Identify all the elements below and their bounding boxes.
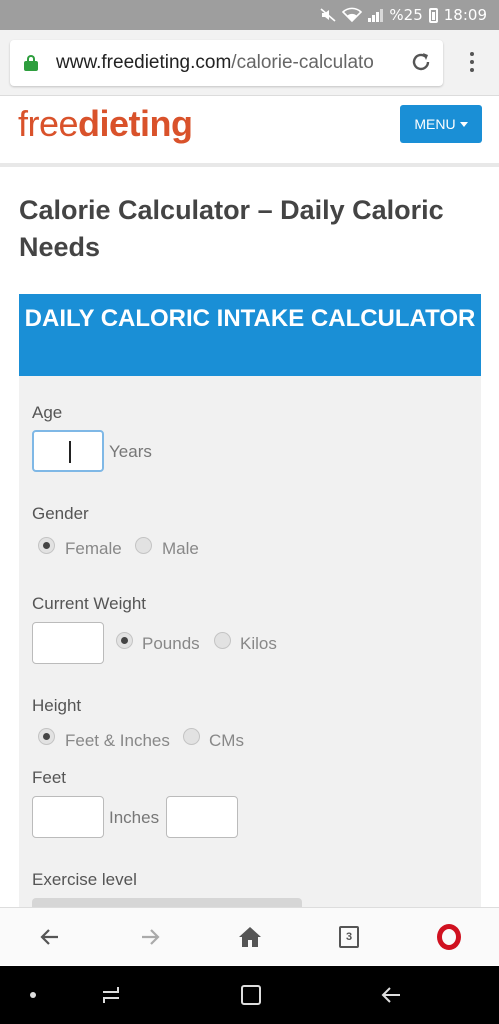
female-radio[interactable]: [38, 537, 55, 554]
forward-arrow-icon[interactable]: [135, 922, 165, 952]
weight-label: Current Weight: [32, 594, 147, 613]
reload-icon[interactable]: [409, 50, 433, 74]
android-nav-bar: [0, 966, 499, 1024]
cms-radio[interactable]: [183, 728, 200, 745]
cms-option-label: CMs: [209, 731, 244, 750]
kilos-radio[interactable]: [214, 632, 231, 649]
male-radio[interactable]: [135, 537, 152, 554]
browser-url-bar: www.freedieting.com/calorie-calculato: [0, 30, 499, 96]
browser-bottom-toolbar: 3: [0, 907, 499, 965]
home-icon[interactable]: [235, 922, 265, 952]
lock-icon: [24, 55, 38, 71]
feet-label: Feet: [32, 768, 67, 787]
status-bar: %25 18:09: [0, 0, 499, 30]
tab-count: 3: [339, 926, 359, 948]
male-option-label: Male: [162, 539, 199, 558]
recent-apps-icon[interactable]: [98, 982, 124, 1008]
home-square-icon[interactable]: [238, 982, 264, 1008]
wifi-icon: [342, 7, 363, 23]
gender-label: Gender: [32, 504, 89, 523]
pounds-radio[interactable]: [116, 632, 133, 649]
page-title: Calorie Calculator – Daily Caloric Needs: [19, 195, 444, 262]
age-input[interactable]: [32, 430, 104, 472]
female-option-label: Female: [65, 539, 122, 558]
signal-icon: [368, 8, 384, 22]
tabs-icon[interactable]: 3: [334, 922, 364, 952]
opera-icon[interactable]: [434, 922, 464, 952]
battery-icon: [428, 7, 438, 23]
exercise-label: Exercise level: [32, 870, 137, 889]
weight-input[interactable]: [32, 622, 104, 664]
menu-button-label: MENU: [414, 116, 456, 132]
address-field[interactable]: www.freedieting.com/calorie-calculato: [10, 40, 443, 86]
more-menu-icon[interactable]: [462, 52, 482, 76]
url-text[interactable]: www.freedieting.com/calorie-calculato: [56, 52, 396, 74]
caret-down-icon: [459, 121, 468, 127]
feet-input[interactable]: [32, 796, 104, 838]
inches-input[interactable]: [166, 796, 238, 838]
kilos-option-label: Kilos: [240, 634, 277, 653]
menu-button[interactable]: MENU: [400, 105, 482, 143]
calculator-header: DAILY CALORIC INTAKE CALCULATOR: [19, 294, 481, 376]
battery-percent: %25: [389, 6, 423, 24]
dot-icon[interactable]: [20, 982, 46, 1008]
clock: 18:09: [443, 6, 487, 24]
feet-inches-option-label: Feet & Inches: [65, 731, 170, 750]
calculator-panel: DAILY CALORIC INTAKE CALCULATOR Age Year…: [19, 294, 481, 914]
age-unit: Years: [109, 442, 152, 461]
inches-label: Inches: [109, 808, 160, 827]
mute-icon: [320, 7, 336, 23]
height-label: Height: [32, 696, 82, 715]
back-arrow-icon[interactable]: [35, 922, 65, 952]
site-logo[interactable]: freedieting: [18, 103, 193, 145]
site-header: freedieting MENU: [0, 97, 499, 167]
back-icon[interactable]: [378, 982, 404, 1008]
feet-inches-radio[interactable]: [38, 728, 55, 745]
text-cursor: [69, 441, 71, 463]
age-label: Age: [32, 403, 63, 422]
pounds-option-label: Pounds: [142, 634, 200, 653]
